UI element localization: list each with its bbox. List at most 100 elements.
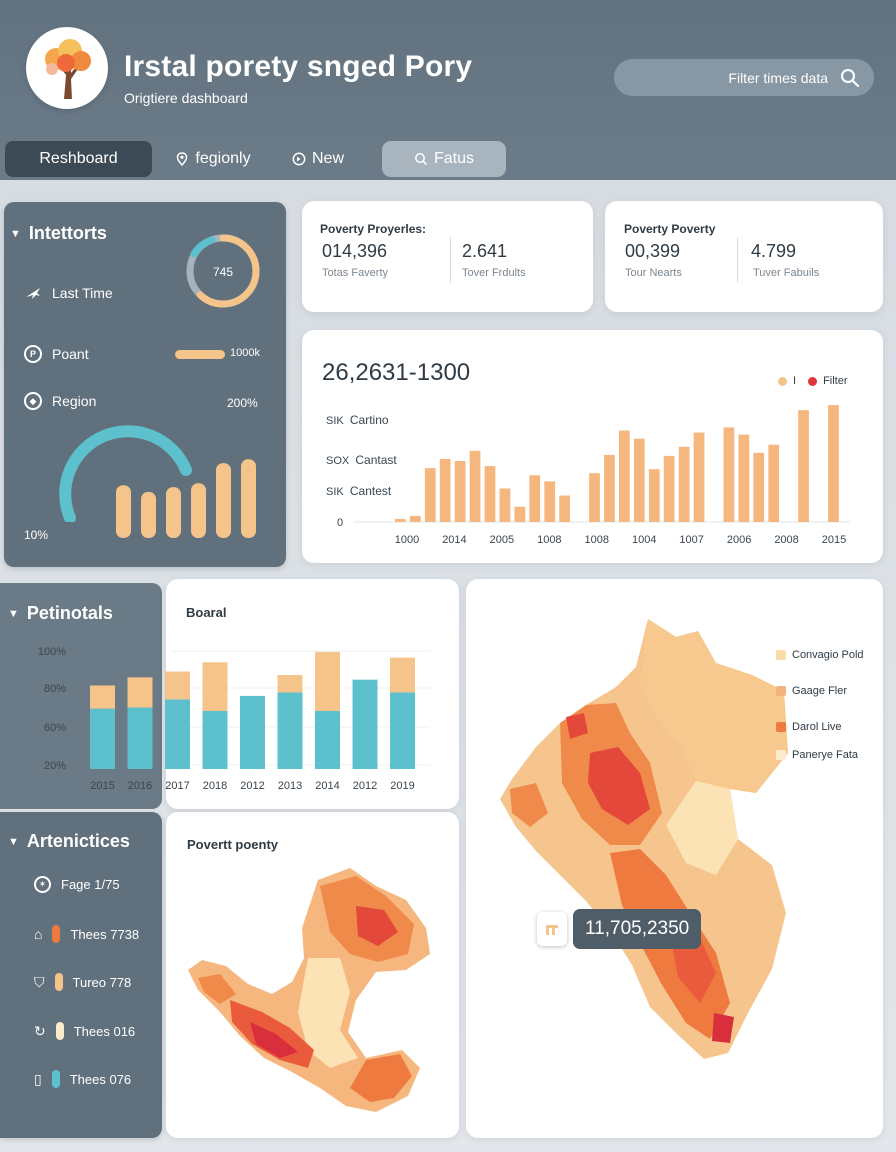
stacked-bar-segment[interactable] bbox=[90, 708, 115, 769]
chart-bar[interactable] bbox=[589, 473, 600, 522]
stacked-bar-segment[interactable] bbox=[240, 695, 265, 769]
chart-bar[interactable] bbox=[395, 518, 406, 522]
chart-bar[interactable] bbox=[559, 495, 571, 522]
x-tick-label: 2008 bbox=[774, 534, 798, 546]
attribute-item[interactable]: ✶ Fage 1/75 bbox=[34, 876, 120, 893]
x-tick-label: 2013 bbox=[278, 780, 302, 792]
stacked-bar-segment[interactable] bbox=[390, 692, 415, 769]
mini-bar bbox=[241, 459, 256, 538]
chart-bar[interactable] bbox=[604, 454, 615, 522]
chart-bar[interactable] bbox=[753, 452, 765, 522]
attribute-item[interactable]: ▯ Thees 076 bbox=[34, 1070, 131, 1088]
small-map-card: Povertt poenty bbox=[166, 812, 459, 1138]
tab-status[interactable]: Fatus bbox=[382, 141, 506, 177]
bar-chart-card: 26,2631-1300 I Filter SIK Cartino SOX Ca… bbox=[302, 330, 883, 563]
stacked-bar-segment[interactable] bbox=[315, 651, 340, 711]
stacked-bar-segment[interactable] bbox=[315, 711, 340, 769]
chart-bar[interactable] bbox=[424, 468, 436, 522]
chart-bar[interactable] bbox=[798, 410, 809, 522]
search-box[interactable] bbox=[614, 59, 874, 96]
chevron-down-icon: ▼ bbox=[8, 835, 19, 848]
chart-bar[interactable] bbox=[648, 469, 660, 522]
chart-bar[interactable] bbox=[828, 405, 839, 522]
airplane-icon bbox=[26, 288, 40, 299]
indicator-row-region: ◆ Region bbox=[24, 392, 96, 410]
chart-bar[interactable] bbox=[409, 515, 421, 522]
tree-icon bbox=[45, 39, 91, 99]
tab-regionly[interactable]: fegionly bbox=[166, 141, 260, 177]
x-tick-label: 2005 bbox=[490, 534, 514, 546]
stacked-bar-segment[interactable] bbox=[127, 677, 153, 708]
x-tick-label: 2018 bbox=[203, 780, 227, 792]
chart-bar[interactable] bbox=[678, 446, 690, 522]
legend-item[interactable]: Gaage Fler bbox=[776, 685, 864, 697]
x-tick-label: 1008 bbox=[537, 534, 561, 546]
attributes-heading[interactable]: ▼ Artenictices bbox=[8, 831, 130, 852]
chart-bar[interactable] bbox=[484, 466, 496, 522]
chart-bar[interactable] bbox=[544, 481, 556, 522]
stacked-bar-segment[interactable] bbox=[165, 699, 190, 769]
tab-label: Fatus bbox=[433, 150, 474, 167]
x-tick-label: 2014 bbox=[442, 534, 466, 546]
tab-label: fegionly bbox=[195, 150, 251, 167]
point-progress-bar bbox=[175, 350, 225, 359]
stacked-bar-plot: 100% 80% 60% 20% 2015 2016 2017 2018 2012 2013 201… bbox=[38, 646, 430, 792]
legend-label: Gaage Fler bbox=[792, 685, 848, 697]
chart-bar[interactable] bbox=[693, 432, 705, 522]
indicator-label: Last Time bbox=[52, 285, 113, 301]
chart-bar[interactable] bbox=[663, 455, 675, 522]
chart-bar[interactable] bbox=[439, 458, 451, 522]
chart-bar[interactable] bbox=[768, 444, 780, 522]
attributes-panel: ▼ Artenictices ✶ Fage 1/75 ⌂ Thees 7738 … bbox=[0, 812, 162, 1138]
chevron-down-icon: ▼ bbox=[10, 227, 21, 240]
legend-item[interactable]: Darol Live bbox=[776, 721, 864, 733]
stat-label: Tour Nearts bbox=[625, 267, 682, 279]
search-icon[interactable] bbox=[840, 68, 860, 88]
chart-bar[interactable] bbox=[723, 427, 735, 522]
chart-bar[interactable] bbox=[619, 430, 630, 523]
chart-bar[interactable] bbox=[454, 461, 466, 522]
stat-card-title: Poverty Proyerles: bbox=[320, 222, 427, 236]
attribute-item[interactable]: ⌂ Thees 7738 bbox=[34, 925, 139, 943]
stacked-bar-segment[interactable] bbox=[277, 692, 303, 769]
bar-chart-plot: 1000 2014 2005 1008 1008 1004 1007 2006 2008 2015 bbox=[354, 405, 850, 546]
refresh-icon: ↻ bbox=[34, 1022, 46, 1039]
x-tick-label: 2012 bbox=[353, 780, 377, 792]
tab-new[interactable]: New bbox=[282, 141, 354, 177]
y-tick-label: 60% bbox=[44, 722, 66, 734]
attribute-item[interactable]: ⛉ Tureo 778 bbox=[34, 973, 131, 991]
chart-bar[interactable] bbox=[469, 450, 481, 522]
large-choropleth-map bbox=[500, 619, 788, 1059]
stacked-bar-segment[interactable] bbox=[202, 662, 228, 711]
stacked-bar-segment[interactable] bbox=[352, 679, 378, 769]
tab-dashboard[interactable]: Reshboard bbox=[5, 141, 152, 177]
chart-bar[interactable] bbox=[514, 506, 526, 522]
attribute-label: Thees 076 bbox=[69, 1071, 132, 1087]
chart-bar[interactable] bbox=[738, 434, 750, 522]
x-tick-label: 2017 bbox=[165, 780, 189, 792]
stacked-bar-segment[interactable] bbox=[165, 671, 190, 700]
map-tooltip: 11,705,2350 bbox=[537, 909, 702, 949]
attribute-label: Fage 1/75 bbox=[61, 877, 120, 892]
stacked-bar-segment[interactable] bbox=[90, 685, 115, 709]
stacked-bar-segment[interactable] bbox=[390, 657, 415, 693]
mini-bar bbox=[216, 463, 231, 538]
stacked-bar-segment[interactable] bbox=[277, 675, 303, 693]
indicators-heading[interactable]: ▼ Intettorts bbox=[10, 223, 107, 244]
legend-item[interactable]: Panerye Fata bbox=[776, 749, 864, 761]
stacked-bar-segment[interactable] bbox=[127, 707, 153, 769]
bucket-icon: ⌂ bbox=[34, 926, 43, 942]
x-tick-label: 1004 bbox=[632, 534, 656, 546]
x-tick-label: 1007 bbox=[679, 534, 703, 546]
legend-item[interactable]: Convagio Pold bbox=[776, 649, 864, 661]
chart-bar[interactable] bbox=[633, 438, 645, 522]
x-tick-label: 2006 bbox=[727, 534, 751, 546]
attribute-label: Thees 7738 bbox=[70, 926, 140, 942]
shield-icon: ⛉ bbox=[34, 973, 45, 990]
stat-value: 014,396 bbox=[322, 241, 388, 261]
attribute-item[interactable]: ↻ Thees 016 bbox=[34, 1022, 135, 1040]
stacked-bar-segment[interactable] bbox=[202, 711, 228, 769]
chart-bar[interactable] bbox=[499, 488, 511, 522]
chart-bar[interactable] bbox=[529, 475, 541, 522]
search-input[interactable] bbox=[628, 59, 828, 96]
